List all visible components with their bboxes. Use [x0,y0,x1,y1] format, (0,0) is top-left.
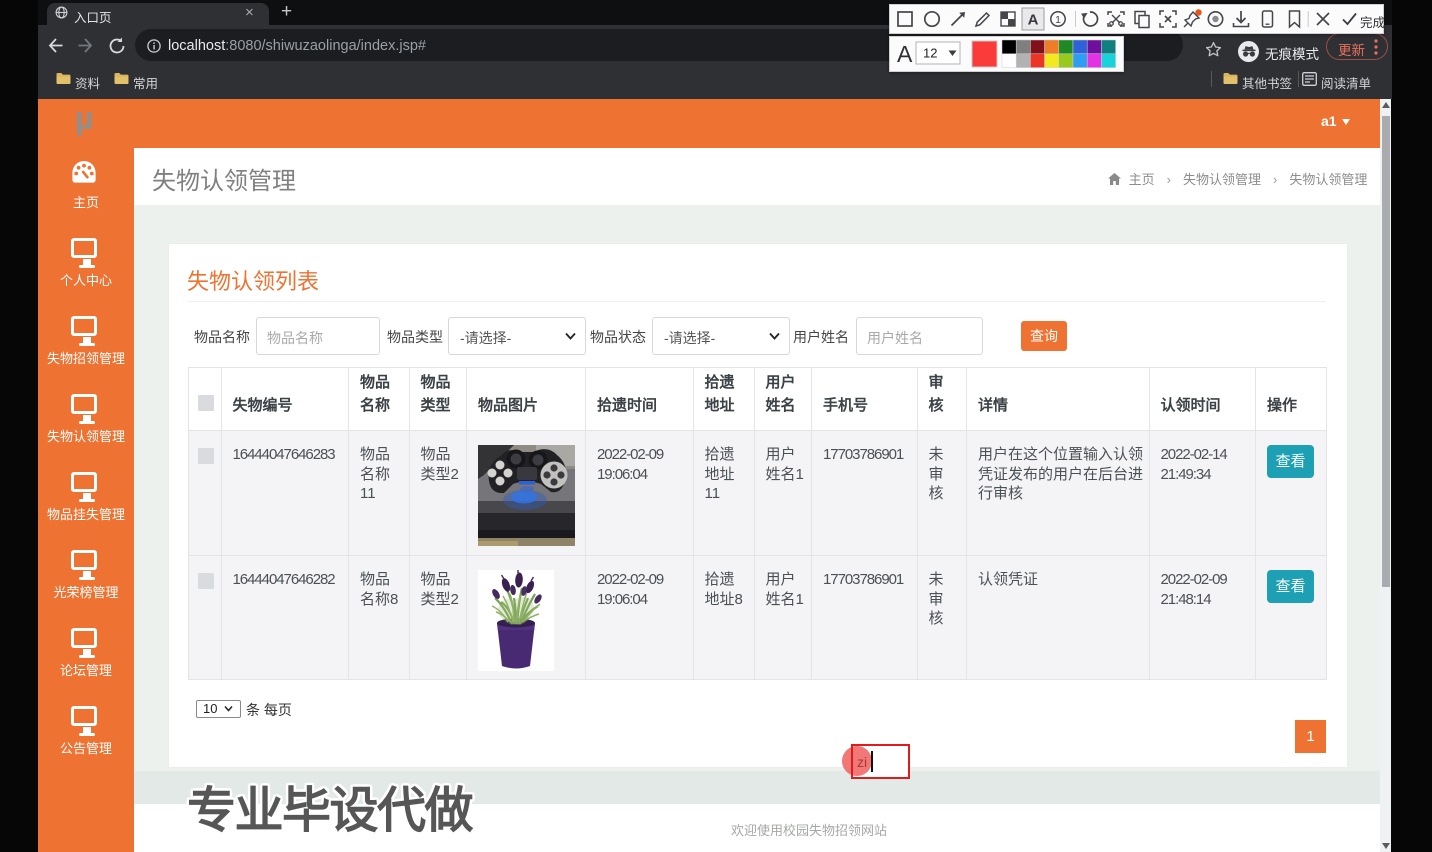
svg-text:A: A [1028,12,1039,29]
svg-text:A: A [897,41,913,67]
svg-text:1: 1 [1055,14,1061,26]
svg-text:12: 12 [923,46,937,61]
